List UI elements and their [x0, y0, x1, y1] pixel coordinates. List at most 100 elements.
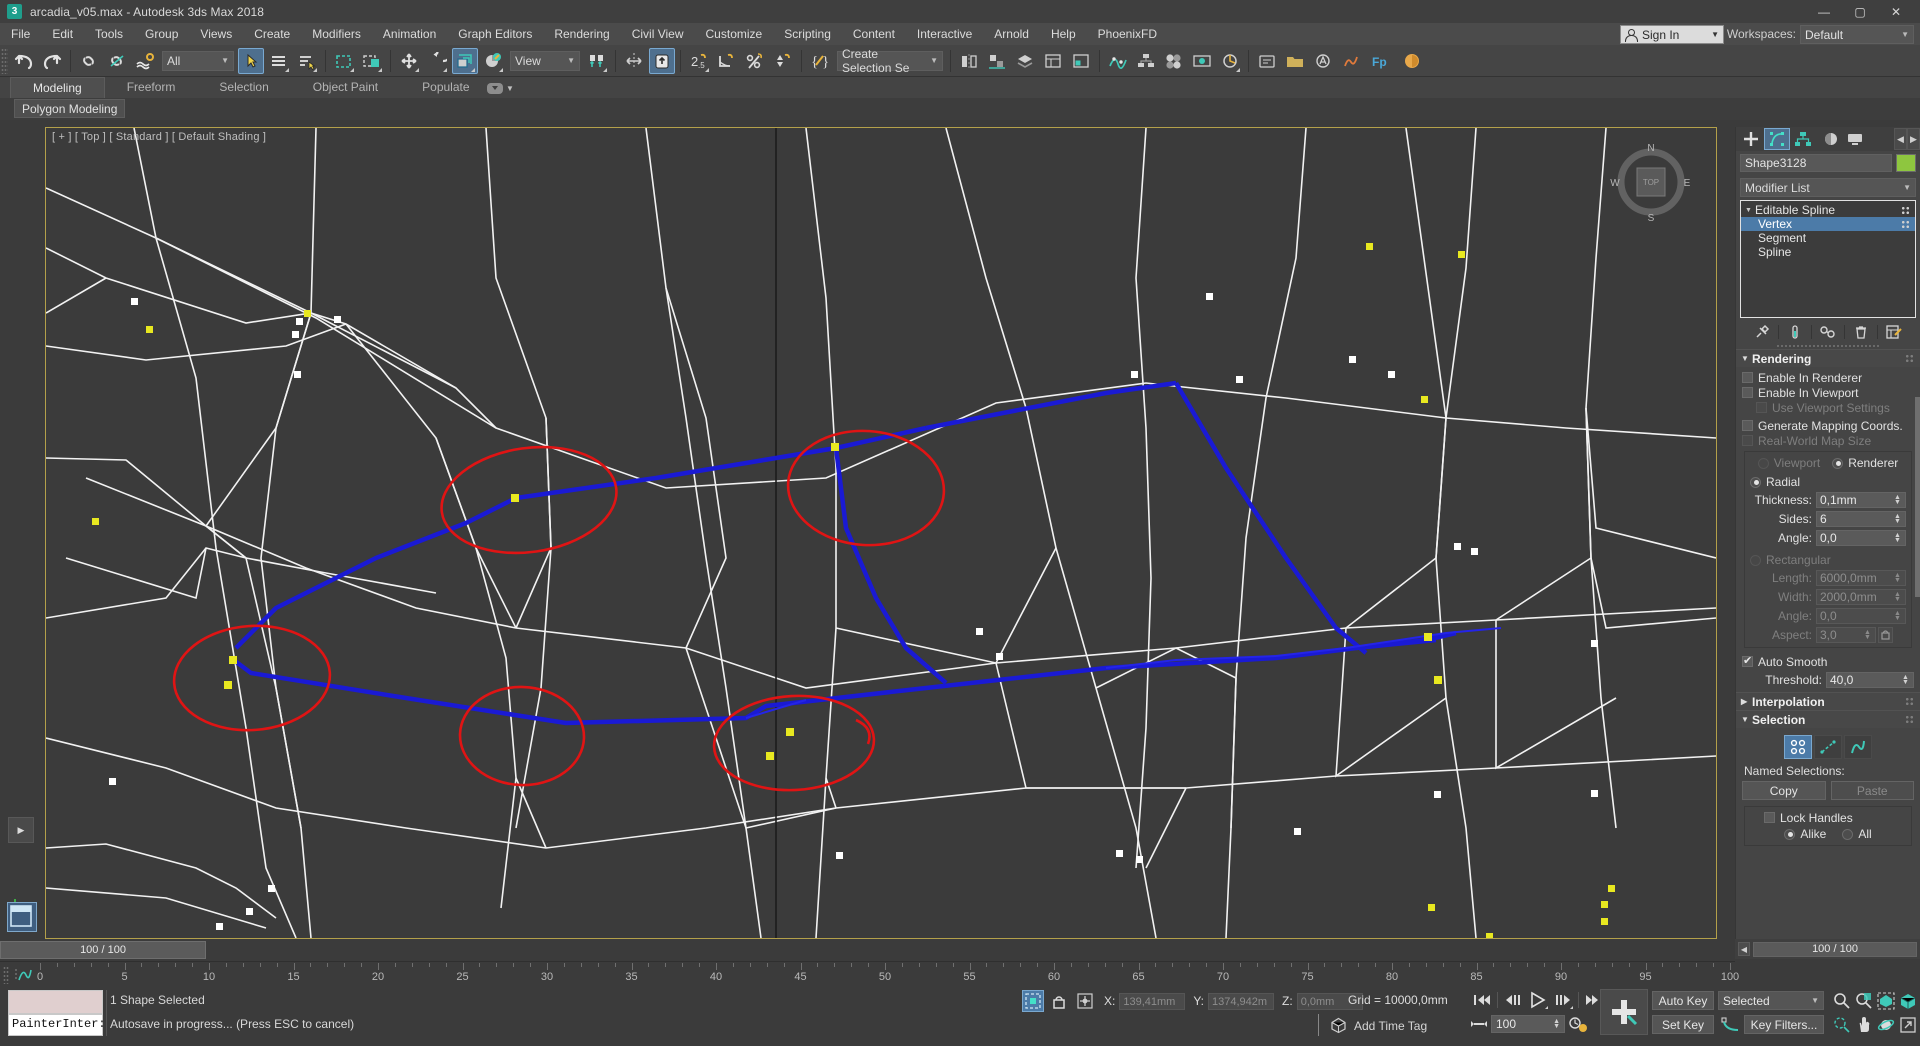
- key-mode-toggle-icon[interactable]: [1470, 1016, 1488, 1032]
- unlink-selection-button[interactable]: [104, 48, 130, 74]
- set-keys-button[interactable]: [1600, 989, 1648, 1035]
- play-animation-button[interactable]: [1526, 989, 1550, 1011]
- key-mode-combo[interactable]: Selected ▼: [1718, 991, 1824, 1010]
- track-bar-grip[interactable]: [3, 966, 9, 984]
- minimize-button[interactable]: —: [1806, 0, 1842, 23]
- object-color-swatch[interactable]: [1896, 154, 1916, 172]
- open-mini-curve-editor-button[interactable]: [12, 965, 36, 985]
- zoom-all-icon[interactable]: [1852, 989, 1876, 1013]
- menu-modifiers[interactable]: Modifiers: [301, 23, 372, 45]
- edit-named-selection-sets-button[interactable]: {}: [807, 48, 833, 74]
- generate-mapping-coords-checkbox[interactable]: Generate Mapping Coords.: [1742, 418, 1914, 433]
- menu-create[interactable]: Create: [243, 23, 301, 45]
- named-selection-sets-combo[interactable]: Create Selection Se ▼: [837, 47, 943, 75]
- previous-frame-button[interactable]: [1501, 989, 1525, 1011]
- scene-explorer-button[interactable]: [1040, 48, 1066, 74]
- menu-help[interactable]: Help: [1040, 23, 1087, 45]
- time-slider[interactable]: 100 / 100: [0, 939, 1735, 961]
- stack-item-editable-spline[interactable]: ▼ Editable Spline: [1741, 203, 1915, 217]
- alike-radio[interactable]: Alike: [1784, 827, 1826, 841]
- schematic-view-button[interactable]: [1133, 48, 1159, 74]
- select-object-button[interactable]: [238, 47, 264, 74]
- selection-rollout-header[interactable]: ▼ Selection: [1736, 710, 1920, 728]
- renderer-radio[interactable]: Renderer: [1832, 456, 1898, 470]
- ribbon-tab-object-paint[interactable]: Object Paint: [291, 77, 400, 98]
- create-tab[interactable]: [1738, 128, 1764, 150]
- viewport-layout-tab-button[interactable]: [7, 902, 37, 932]
- timeline-ruler[interactable]: 0 5 10 15 20 25 30 35 40 45 50 55 60 65 70 75 80 85 90 95 10…: [37, 962, 1739, 988]
- top-viewport[interactable]: [ + ] [ Top ] [ Standard ] [ Default Sha…: [45, 127, 1717, 939]
- selection-lock-toggle[interactable]: [1022, 990, 1044, 1012]
- menu-graph-editors[interactable]: Graph Editors: [447, 23, 543, 45]
- menu-rendering[interactable]: Rendering: [543, 23, 620, 45]
- sides-spinner[interactable]: 6 ▲ ▼: [1816, 510, 1906, 527]
- zoom-icon[interactable]: [1830, 989, 1854, 1013]
- display-tab[interactable]: [1842, 128, 1868, 150]
- absolute-mode-transform-icon[interactable]: [1074, 990, 1096, 1012]
- project-folder-button[interactable]: [1282, 48, 1308, 74]
- y-field[interactable]: 1374,942m: [1208, 992, 1275, 1010]
- align-button[interactable]: [649, 47, 675, 74]
- spinner-arrows-icon[interactable]: ▲ ▼: [1893, 494, 1902, 506]
- threshold-spinner[interactable]: 40,0 ▲ ▼: [1826, 671, 1914, 688]
- menu-scripting[interactable]: Scripting: [773, 23, 842, 45]
- aspect-lock-icon[interactable]: [1878, 626, 1893, 643]
- select-region-button[interactable]: [294, 48, 320, 74]
- rendering-rollout-header[interactable]: ▼ Rendering: [1736, 349, 1920, 367]
- lock-handles-checkbox[interactable]: Lock Handles: [1750, 810, 1906, 825]
- bind-to-space-warp-button[interactable]: [132, 48, 158, 74]
- menu-civil-view[interactable]: Civil View: [621, 23, 695, 45]
- hierarchy-tab[interactable]: [1790, 128, 1816, 150]
- thickness-spinner[interactable]: 0,1mm ▲ ▼: [1816, 491, 1906, 508]
- enable-in-renderer-checkbox[interactable]: Enable In Renderer: [1742, 370, 1914, 385]
- spinner-arrows-icon[interactable]: ▲ ▼: [1553, 1018, 1560, 1030]
- render-setup-button[interactable]: [1189, 48, 1215, 74]
- field-of-view-icon[interactable]: [1830, 1013, 1854, 1037]
- menu-content[interactable]: Content: [842, 23, 906, 45]
- object-name-input[interactable]: Shape3128: [1740, 154, 1892, 172]
- percent-snap-toggle-button[interactable]: [742, 48, 768, 74]
- radial-radio[interactable]: Radial: [1750, 475, 1906, 489]
- maximize-viewport-icon[interactable]: [1896, 1013, 1920, 1037]
- spinner-arrows-icon[interactable]: ▲ ▼: [1893, 532, 1902, 544]
- expand-left-panel-button[interactable]: ▶: [8, 817, 34, 843]
- use-pivot-point-center-button[interactable]: [584, 48, 610, 74]
- auto-smooth-checkbox[interactable]: Auto Smooth: [1742, 654, 1914, 669]
- pin-stack-icon[interactable]: [1751, 322, 1773, 342]
- selection-filter-combo[interactable]: All ▼: [162, 50, 234, 71]
- rectangular-radio[interactable]: Rectangular: [1750, 553, 1906, 567]
- select-by-name-button[interactable]: [266, 48, 292, 74]
- menu-group[interactable]: Group: [134, 23, 189, 45]
- maxscript-mini-listener[interactable]: [8, 990, 103, 1014]
- auto-key-button[interactable]: Auto Key: [1652, 991, 1714, 1010]
- select-and-uniform-scale-button[interactable]: [452, 47, 478, 74]
- modifier-stack[interactable]: ▼ Editable Spline Vertex Segment Spline: [1740, 200, 1916, 318]
- align-tool-button[interactable]: [984, 48, 1010, 74]
- make-unique-icon[interactable]: [1817, 322, 1839, 342]
- add-time-tag-row[interactable]: Add Time Tag: [1330, 1017, 1427, 1034]
- reference-coordinate-system-combo[interactable]: View ▼: [510, 50, 580, 71]
- track-bar[interactable]: 0 5 10 15 20 25 30 35 40 45 50 55 60 65 70 75 80 85 90 95 10…: [0, 961, 1739, 988]
- rectangular-selection-region-button[interactable]: [331, 48, 357, 74]
- ribbon-minimize-button[interactable]: ▼: [487, 80, 517, 96]
- default-in-out-tangent-icon[interactable]: [1718, 1015, 1742, 1034]
- mirror-tool-button[interactable]: [956, 48, 982, 74]
- enable-in-viewport-checkbox[interactable]: Enable In Viewport: [1742, 385, 1914, 400]
- modifier-list-combo[interactable]: Modifier List ▼: [1740, 178, 1916, 197]
- ribbon-tab-freeform[interactable]: Freeform: [105, 77, 198, 98]
- stack-item-spline[interactable]: Spline: [1741, 245, 1915, 259]
- ribbon-tab-populate[interactable]: Populate: [400, 77, 491, 98]
- spinner-arrows-icon[interactable]: ▲ ▼: [1901, 674, 1910, 686]
- workspaces-combo[interactable]: Default ▼: [1800, 25, 1914, 44]
- motion-tab[interactable]: [1816, 128, 1842, 150]
- spinner-arrows-icon[interactable]: ▲ ▼: [1893, 513, 1902, 525]
- segment-select-tool[interactable]: [1814, 735, 1842, 759]
- spinner-snap-toggle-button[interactable]: [770, 48, 796, 74]
- ribbon-tab-selection[interactable]: Selection: [197, 77, 290, 98]
- toggle-scene-explorer-button[interactable]: [1068, 48, 1094, 74]
- menu-animation[interactable]: Animation: [372, 23, 447, 45]
- zoom-region-icon[interactable]: [1896, 989, 1920, 1013]
- menu-edit[interactable]: Edit: [41, 23, 84, 45]
- mirror-button[interactable]: [621, 48, 647, 74]
- undo-button[interactable]: [11, 48, 37, 74]
